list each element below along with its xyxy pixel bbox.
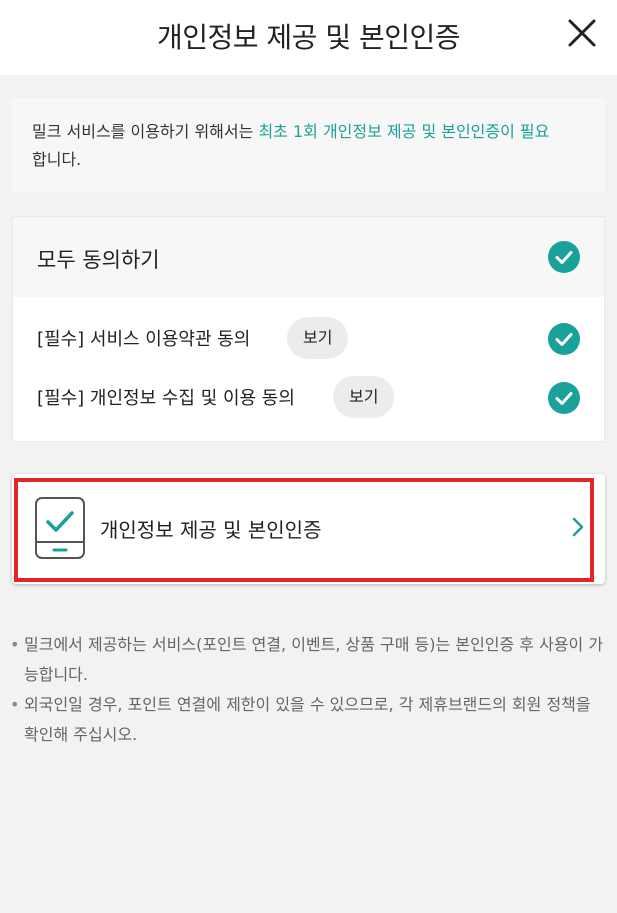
page-title: 개인정보 제공 및 본인인증 [156, 21, 461, 54]
info-item: 밀크에서 제공하는 서비스(포인트 연결, 이벤트, 상품 구매 등)는 본인인… [10, 630, 607, 690]
privacy-checkbox[interactable] [548, 382, 580, 414]
view-privacy-button[interactable]: 보기 [333, 376, 395, 418]
check-icon [555, 392, 573, 405]
agree-all-row[interactable]: 모두 동의하기 [13, 217, 604, 297]
terms-checkbox[interactable] [548, 323, 580, 355]
notice-box: 밀크 서비스를 이용하기 위해서는 최초 1회 개인정보 제공 및 본인인증이 … [12, 98, 605, 192]
agree-all-checkbox[interactable] [548, 241, 580, 273]
check-icon [555, 333, 573, 346]
agreement-label-terms: [필수] 서비스 이용약관 동의 [37, 329, 251, 350]
agreement-row-terms: [필수] 서비스 이용약관 동의 보기 [13, 315, 604, 363]
agreement-label-privacy: [필수] 개인정보 수집 및 이용 동의 [37, 388, 295, 409]
notice-text: 밀크 서비스를 이용하기 위해서는 [32, 122, 259, 141]
info-item: 외국인일 경우, 포인트 연결에 제한이 있을 수 있으므로, 각 제휴브랜드의… [10, 690, 607, 750]
agreement-card: 모두 동의하기 [필수] 서비스 이용약관 동의 보기 [필수] 개인정보 수집… [12, 216, 605, 442]
header-bar: 개인정보 제공 및 본인인증 [0, 0, 617, 75]
check-icon [555, 251, 573, 264]
notice-suffix: 합니다. [32, 150, 82, 169]
close-button[interactable] [565, 16, 599, 50]
info-list: 밀크에서 제공하는 서비스(포인트 연결, 이벤트, 상품 구매 등)는 본인인… [10, 630, 607, 750]
notice-highlight: 최초 1회 개인정보 제공 및 본인인증이 필요 [258, 122, 550, 141]
highlight-outline [14, 478, 594, 582]
close-icon [568, 19, 596, 47]
view-terms-button[interactable]: 보기 [287, 317, 349, 359]
agree-all-label: 모두 동의하기 [37, 248, 160, 272]
agreement-row-privacy: [필수] 개인정보 수집 및 이용 동의 보기 [13, 374, 604, 422]
